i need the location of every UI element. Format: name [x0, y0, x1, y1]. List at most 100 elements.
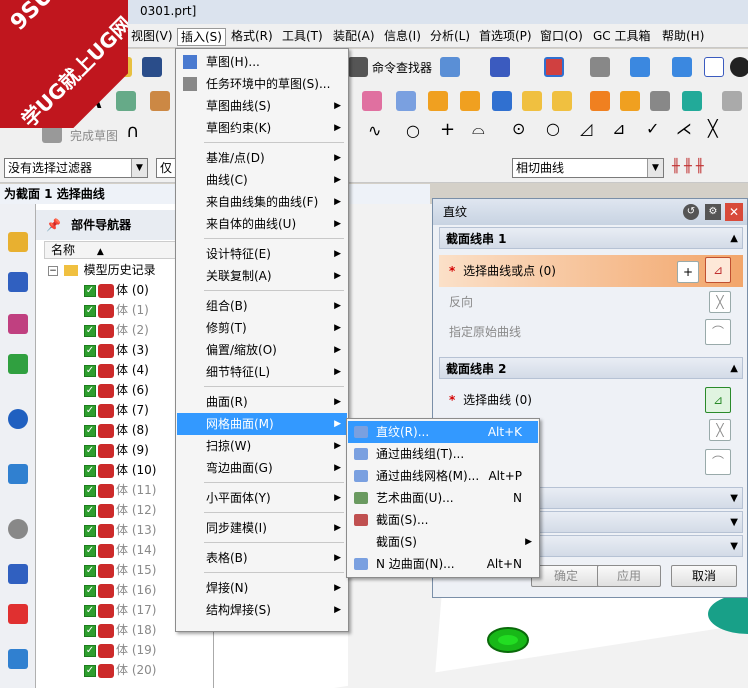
tree-item-body[interactable]: ✓ 体 (10) — [84, 460, 156, 480]
section1-header[interactable]: 截面线串 1 ▲ — [439, 227, 743, 249]
reset-icon[interactable]: ↺ — [683, 204, 699, 220]
checkbox-checked-icon[interactable]: ✓ — [84, 324, 96, 337]
insert-menu-item[interactable]: 弯边曲面(G) ▶ — [177, 457, 347, 479]
mirror-icon[interactable] — [620, 91, 640, 111]
tree-item-body[interactable]: ✓ 体 (15) — [84, 560, 156, 580]
insert-menu-item[interactable]: 曲线(C) ▶ — [177, 169, 347, 191]
tree-item-body[interactable]: ✓ 体 (4) — [84, 360, 149, 380]
origin-curve-2-icon[interactable]: ⌒ — [705, 449, 731, 475]
tree-item-body[interactable]: ✓ 体 (3) — [84, 340, 149, 360]
command-finder-icon[interactable] — [348, 57, 368, 77]
insert-menu-item[interactable]: 同步建模(I) ▶ — [177, 517, 347, 539]
command-finder-button[interactable]: 命令查找器 — [372, 59, 432, 76]
menu-format[interactable]: 格式(R) — [228, 28, 276, 46]
menu-assembly[interactable]: 装配(A) — [330, 28, 378, 46]
boss-icon[interactable] — [460, 91, 480, 111]
checkbox-checked-icon[interactable]: ✓ — [84, 524, 96, 537]
chevron-down-icon[interactable]: ▼ — [647, 159, 663, 177]
open-icon[interactable] — [112, 57, 132, 77]
chevron-down-icon[interactable]: ▼ — [730, 512, 738, 534]
insert-menu-item[interactable]: 设计特征(E) ▶ — [177, 243, 347, 265]
select-curve-row[interactable]: * 选择曲线 (0) — [439, 385, 743, 415]
constraint-navigator-icon[interactable] — [8, 272, 28, 292]
render-icon[interactable] — [590, 57, 610, 77]
selection-filter-combo[interactable]: 没有选择过滤器 ▼ — [4, 158, 148, 178]
insert-menu-item[interactable]: 草图曲线(S) ▶ — [177, 95, 347, 117]
apply-button[interactable]: 应用 — [597, 565, 661, 587]
fillet-icon[interactable]: ⌓ — [472, 119, 485, 139]
insert-menu-item[interactable]: 扫掠(W) ▶ — [177, 435, 347, 457]
tree-root[interactable]: − 模型历史记录 — [48, 260, 156, 280]
menu-insert[interactable]: 插入(S) — [177, 28, 226, 46]
more-icon[interactable] — [722, 91, 742, 111]
tree-item-body[interactable]: ✓ 体 (7) — [84, 400, 149, 420]
curve-select-2-icon[interactable]: ⊿ — [705, 387, 731, 413]
menu-gc-toolbox[interactable]: GC 工具箱 — [590, 28, 654, 46]
block-icon[interactable] — [492, 91, 512, 111]
datum-icon[interactable] — [150, 91, 170, 111]
menu-analysis[interactable]: 分析(L) — [427, 28, 473, 46]
menu-tools[interactable]: 工具(T) — [279, 28, 326, 46]
tree-item-body[interactable]: ✓ 体 (8) — [84, 420, 149, 440]
assembly-navigator-icon[interactable] — [8, 232, 28, 252]
ok-button[interactable]: 确定 — [531, 565, 601, 587]
checkbox-checked-icon[interactable]: ✓ — [84, 464, 96, 477]
section2-header[interactable]: 截面线串 2 ▲ — [439, 357, 743, 379]
checkbox-checked-icon[interactable]: ✓ — [84, 384, 96, 397]
add-curve-icon[interactable]: + — [677, 261, 699, 283]
insert-menu-item[interactable]: 关联复制(A) ▶ — [177, 265, 347, 287]
tree-item-body[interactable]: ✓ 体 (17) — [84, 600, 156, 620]
checkbox-checked-icon[interactable]: ✓ — [84, 484, 96, 497]
insert-menu-item[interactable]: 基准/点(D) ▶ — [177, 147, 347, 169]
part-navigator-icon[interactable] — [8, 314, 28, 334]
tree-item-body[interactable]: ✓ 体 (18) — [84, 620, 156, 640]
pad-icon[interactable] — [552, 91, 572, 111]
offset-icon[interactable]: ⊙ — [512, 119, 525, 138]
checkbox-checked-icon[interactable]: ✓ — [84, 584, 96, 597]
mesh-submenu-item[interactable]: 艺术曲面(U)... N — [348, 487, 538, 509]
cancel-button[interactable]: 取消 — [671, 565, 737, 587]
column-header-name[interactable]: 名称 ▲ — [44, 241, 194, 259]
mesh-submenu-item[interactable]: 通过曲线网格(M)... Alt+P — [348, 465, 538, 487]
checkbox-checked-icon[interactable]: ✓ — [84, 664, 96, 677]
insert-menu-item[interactable]: 结构焊接(S) ▶ — [177, 599, 347, 621]
cylinder-icon[interactable] — [396, 91, 416, 111]
constraint-icon[interactable]: ╳ — [708, 119, 718, 138]
checkbox-checked-icon[interactable]: ✓ — [84, 404, 96, 417]
chevron-down-icon[interactable]: ▼ — [730, 488, 738, 510]
csys-icon[interactable] — [116, 91, 136, 111]
mesh-submenu-item[interactable]: 直纹(R)... Alt+K — [348, 421, 538, 443]
extend-icon[interactable]: ✓ — [646, 119, 659, 138]
hd3d-icon[interactable] — [8, 409, 28, 429]
shaded-cube-icon[interactable] — [672, 57, 692, 77]
cube-icon[interactable] — [630, 57, 650, 77]
checkbox-checked-icon[interactable]: ✓ — [84, 424, 96, 437]
feature-icon[interactable] — [362, 91, 382, 111]
insert-menu-item[interactable]: 偏置/缩放(O) ▶ — [177, 339, 347, 361]
corner-icon[interactable]: ⋌ — [676, 119, 692, 138]
unite-icon[interactable] — [682, 91, 702, 111]
pin-icon[interactable]: 📌 — [46, 218, 61, 232]
mesh-submenu-item[interactable]: 截面(S)... — [348, 509, 538, 531]
curve-select-icon[interactable]: ⊿ — [705, 257, 731, 283]
mesh-submenu-item[interactable]: 通过曲线组(T)... — [348, 443, 538, 465]
tree-item-body[interactable]: ✓ 体 (19) — [84, 640, 156, 660]
insert-menu-item[interactable]: 焊接(N) ▶ — [177, 577, 347, 599]
display-icon[interactable] — [440, 57, 460, 77]
pattern-curve-icon[interactable]: ○ — [546, 119, 560, 138]
insert-menu-item[interactable]: 曲面(R) ▶ — [177, 391, 347, 413]
mesh-submenu-item[interactable]: 截面(S) ▶ — [348, 531, 538, 553]
insert-menu-item[interactable]: 草图(H)... — [177, 51, 347, 73]
tree-item-body[interactable]: ✓ 体 (2) — [84, 320, 149, 340]
insert-menu-item[interactable]: 来自曲线集的曲线(F) ▶ — [177, 191, 347, 213]
history-icon[interactable] — [8, 519, 28, 539]
pattern-icon[interactable] — [590, 91, 610, 111]
studio-spline-icon[interactable]: ∿ — [368, 121, 381, 140]
hole-icon[interactable] — [428, 91, 448, 111]
menu-help[interactable]: 帮助(H) — [659, 28, 707, 46]
checkbox-checked-icon[interactable]: ✓ — [84, 564, 96, 577]
collapse-icon[interactable]: − — [48, 265, 58, 276]
reuse-library-icon[interactable] — [8, 354, 28, 374]
insert-menu-item[interactable]: 组合(B) ▶ — [177, 295, 347, 317]
checkbox-checked-icon[interactable]: ✓ — [84, 644, 96, 657]
